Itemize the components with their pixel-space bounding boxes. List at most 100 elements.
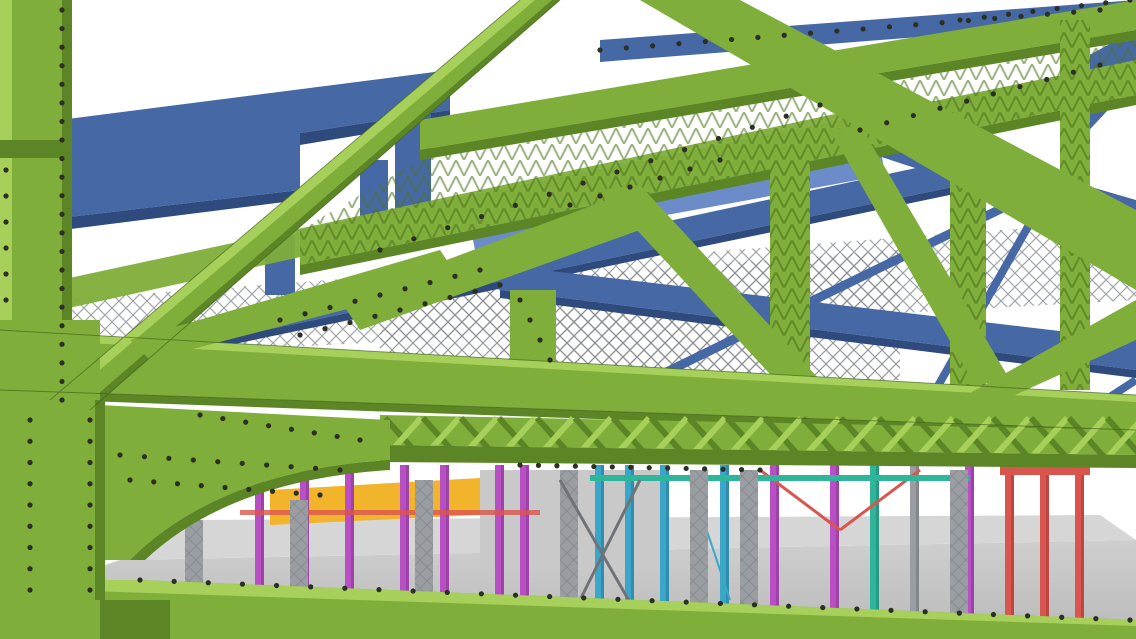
bolt	[27, 481, 33, 487]
bolt	[786, 603, 792, 609]
bolt	[87, 459, 93, 466]
bolt	[277, 317, 283, 323]
bolt	[288, 464, 294, 470]
bolt	[243, 419, 249, 425]
bolt	[781, 32, 787, 38]
bolt	[377, 292, 383, 298]
bolt	[27, 459, 33, 466]
bolt	[59, 378, 65, 385]
bolt	[939, 20, 945, 26]
bolt	[273, 582, 280, 589]
bolt	[517, 462, 523, 468]
bolt	[87, 523, 93, 529]
bolt	[757, 467, 763, 473]
bolt	[884, 120, 890, 126]
bolt	[702, 466, 708, 472]
bolt	[992, 15, 998, 22]
bolt	[87, 587, 93, 593]
bolt	[913, 22, 919, 28]
red-beam	[240, 510, 540, 515]
bolt	[591, 463, 597, 470]
bolt	[269, 488, 276, 494]
bolt	[205, 580, 211, 586]
bolt	[27, 544, 33, 551]
bolt	[715, 135, 722, 142]
bolt	[87, 481, 93, 487]
bolt	[922, 609, 928, 615]
bolt	[888, 607, 894, 613]
bolt	[957, 17, 963, 23]
bolt	[87, 438, 93, 444]
bolt	[297, 332, 303, 338]
bolt	[3, 219, 9, 225]
bolt	[650, 43, 656, 49]
bolt	[990, 91, 996, 97]
bolt	[1018, 13, 1024, 19]
bolt	[239, 581, 246, 587]
bolt	[517, 297, 523, 303]
bolt	[1071, 9, 1077, 15]
bolt	[215, 459, 221, 465]
bolt	[1093, 616, 1099, 622]
bolt	[141, 454, 148, 460]
bolt	[59, 25, 65, 32]
bolt	[288, 426, 295, 432]
bolt	[857, 127, 863, 133]
bolt	[327, 304, 333, 311]
bolt	[820, 604, 826, 611]
column-shade	[776, 465, 779, 630]
bolt	[59, 304, 65, 310]
bolt	[59, 248, 65, 255]
column-shade	[1081, 465, 1084, 630]
bolt	[117, 452, 123, 458]
steel-structure-render	[0, 0, 1136, 639]
bolt	[702, 38, 708, 45]
bolt	[648, 158, 654, 164]
bolt	[628, 464, 634, 470]
bolt	[751, 602, 758, 608]
bolt	[87, 566, 93, 572]
bolt	[302, 311, 308, 317]
bolt	[649, 598, 655, 604]
bolt	[478, 213, 485, 220]
bolt	[402, 286, 408, 292]
bolt	[452, 273, 458, 279]
bolt	[478, 591, 484, 597]
bolt	[308, 584, 314, 590]
bolt	[59, 81, 65, 87]
column-shade	[916, 465, 919, 630]
bolt	[512, 592, 519, 598]
bolt	[59, 137, 65, 143]
bolt	[547, 357, 553, 363]
bolt	[166, 455, 172, 461]
bolt	[171, 578, 177, 584]
bolt	[1078, 3, 1085, 9]
bolt	[567, 202, 573, 208]
bolt	[3, 193, 9, 199]
bolt	[854, 606, 860, 612]
bolt	[27, 587, 33, 593]
bolt	[572, 463, 578, 469]
bolt	[981, 14, 987, 20]
bolt	[337, 467, 343, 473]
bolt	[687, 166, 693, 172]
render-canvas	[0, 0, 1136, 639]
bolt	[665, 465, 671, 471]
bolt	[537, 337, 543, 343]
bolt	[1070, 69, 1076, 75]
column-shade	[1046, 465, 1049, 630]
bolt	[265, 423, 272, 429]
bolt	[447, 294, 453, 301]
bolt	[614, 169, 620, 175]
bolt	[755, 34, 761, 40]
bolt	[738, 467, 745, 473]
bolt	[347, 319, 353, 326]
bolt	[717, 600, 723, 607]
bolt	[512, 202, 518, 208]
bolt	[27, 523, 33, 529]
bolt	[59, 44, 65, 50]
bolt	[352, 298, 358, 304]
bolt	[372, 313, 378, 319]
bolt	[676, 41, 682, 47]
bolt	[334, 433, 340, 440]
